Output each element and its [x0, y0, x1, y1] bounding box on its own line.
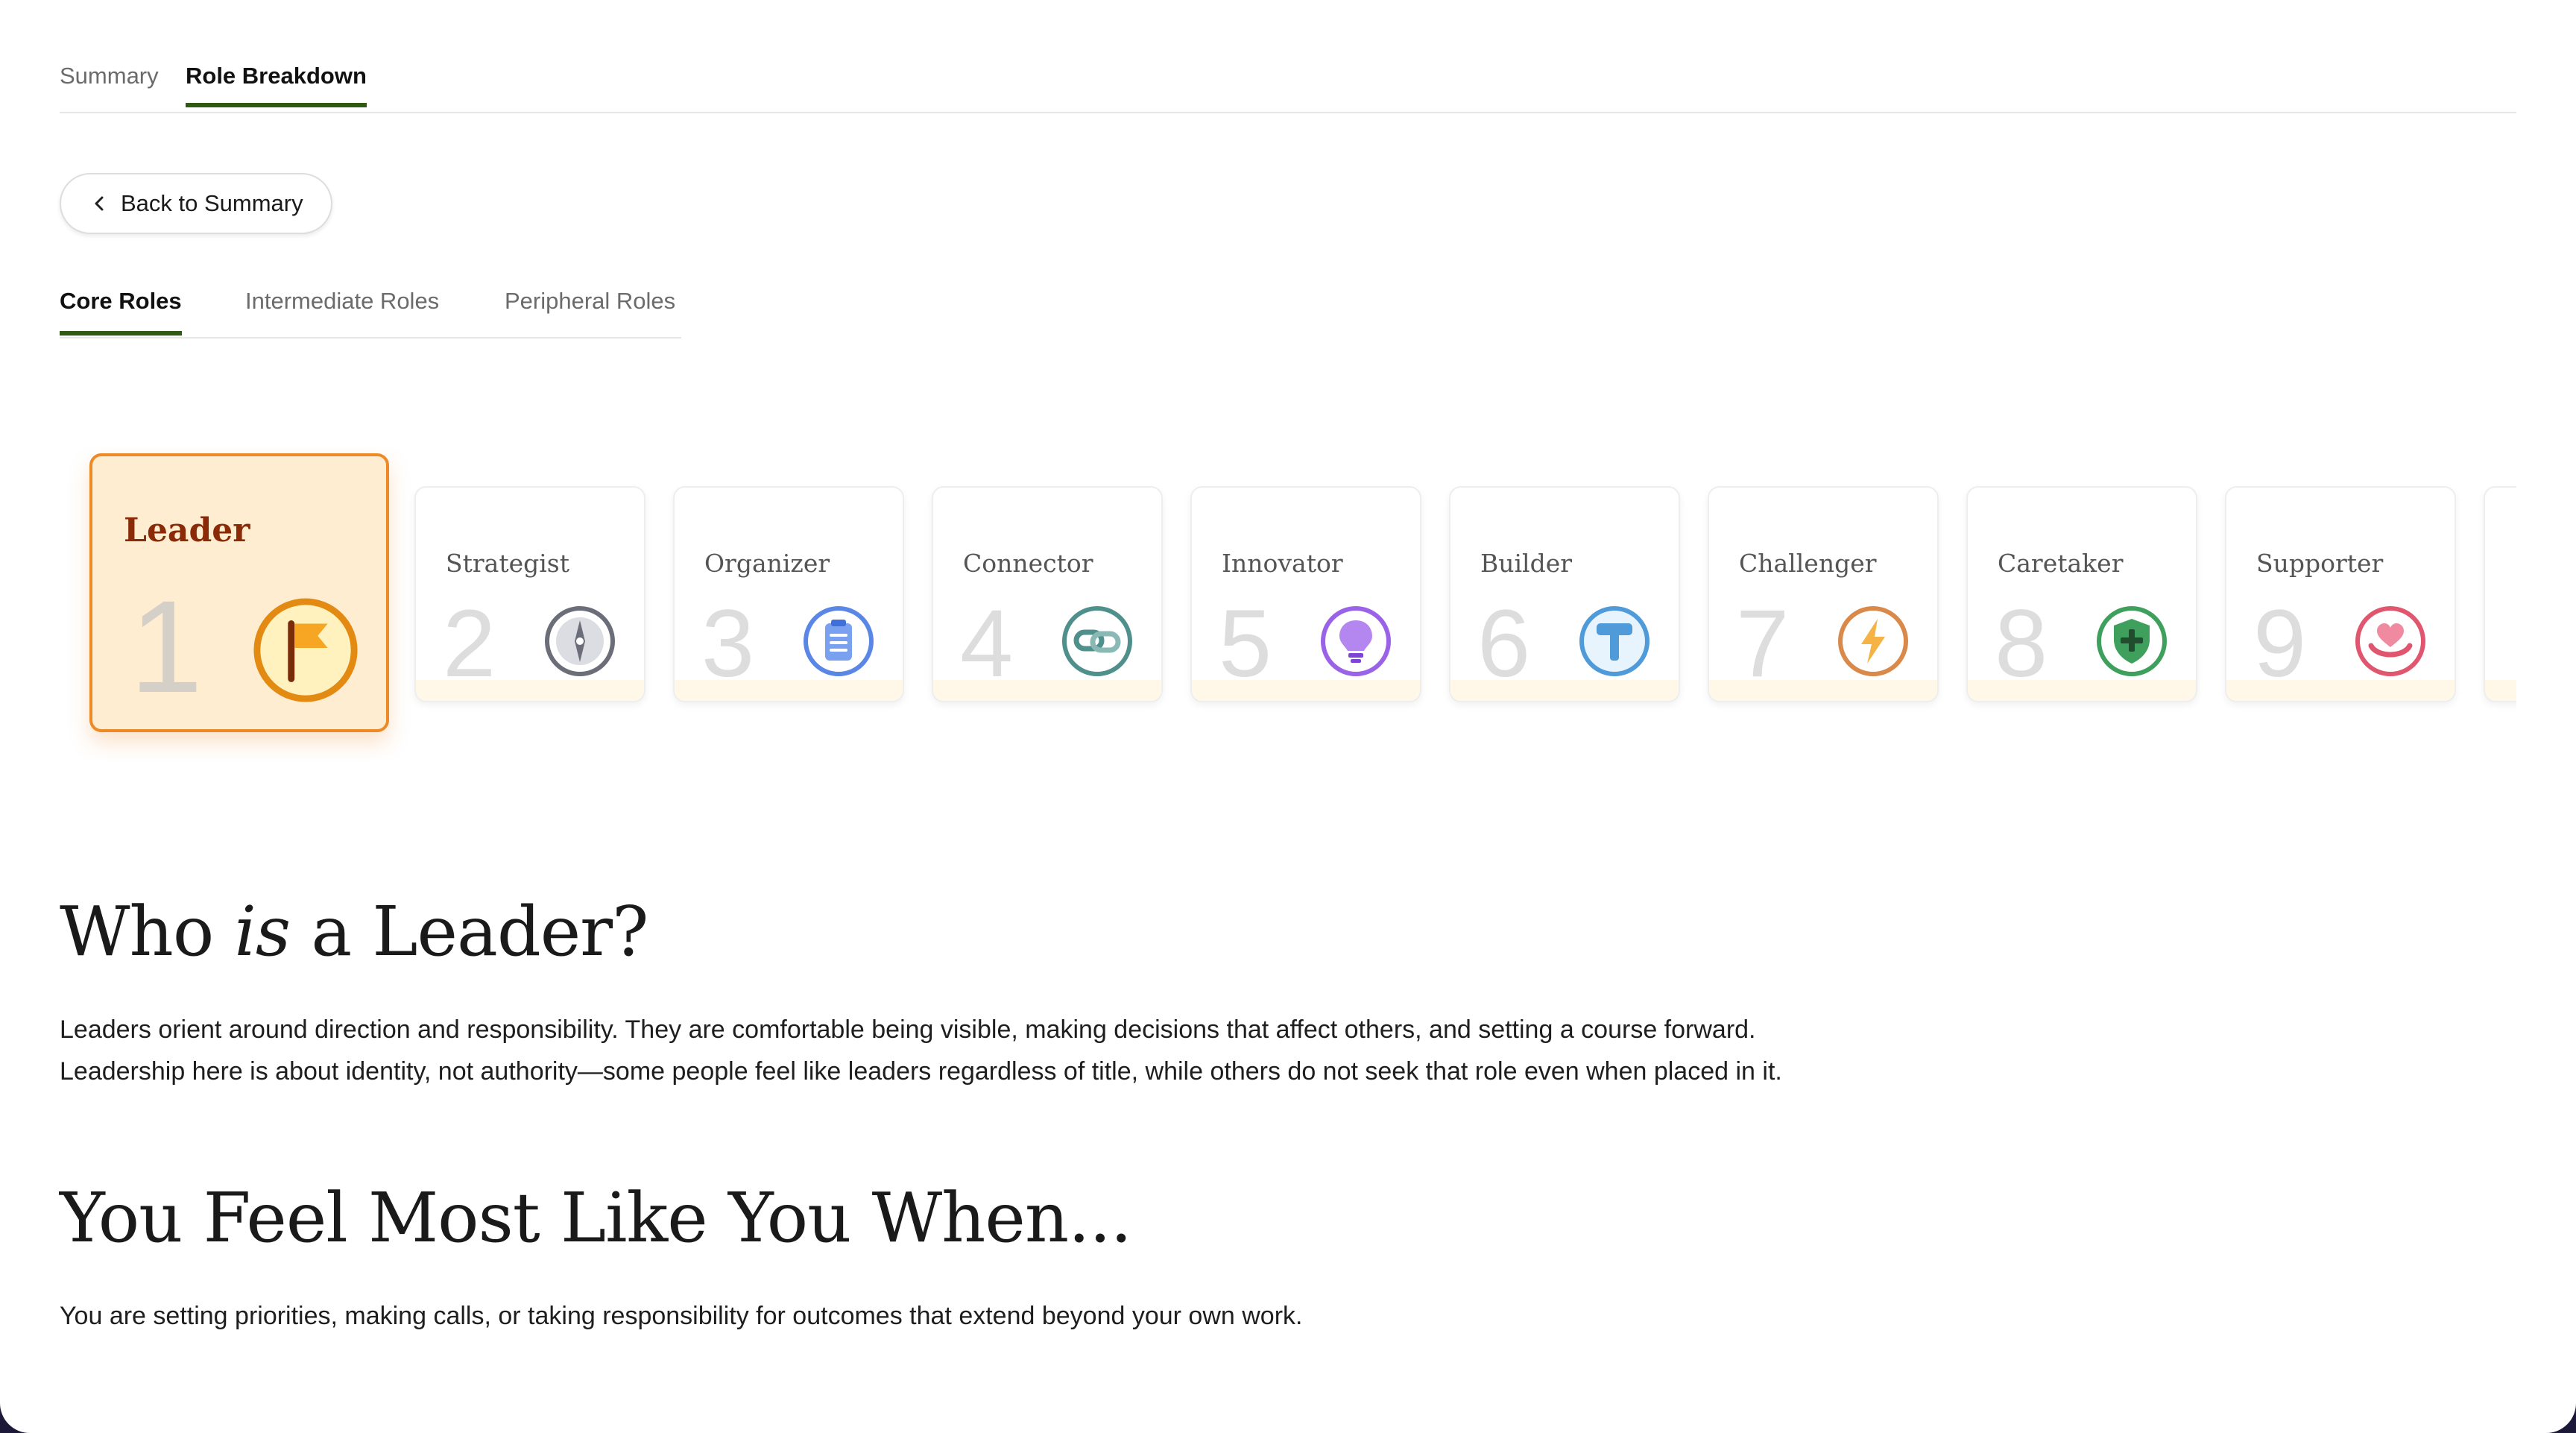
top-tab-bar: Summary Role Breakdown — [60, 52, 2516, 113]
role-name: Strategist — [446, 549, 569, 578]
role-name: Challenger — [1739, 549, 1877, 578]
role-card-partial[interactable] — [2484, 486, 2516, 702]
tab-role-breakdown[interactable]: Role Breakdown — [186, 63, 367, 107]
role-card-connector[interactable]: Connector 4 — [932, 486, 1163, 702]
role-name: Organizer — [704, 549, 830, 578]
compass-icon — [545, 606, 615, 676]
hammer-icon — [1579, 606, 1650, 676]
flag-icon — [253, 598, 358, 702]
role-category-tabs: Core Roles Intermediate Roles Peripheral… — [60, 277, 681, 338]
role-card-caretaker[interactable]: Caretaker 8 — [1966, 486, 2197, 702]
role-breakdown-page: Summary Role Breakdown Back to Summary C… — [0, 0, 2576, 1433]
body-line: Leaders orient around direction and resp… — [60, 1015, 1756, 1044]
section-body-feel-most: You are setting priorities, making calls… — [60, 1302, 1303, 1330]
tab-peripheral-roles[interactable]: Peripheral Roles — [505, 288, 675, 331]
role-card-strategist[interactable]: Strategist 2 — [414, 486, 645, 702]
role-rank: 7 — [1736, 590, 1790, 697]
role-card-builder[interactable]: Builder 6 — [1449, 486, 1680, 702]
link-icon — [1062, 606, 1132, 676]
role-rank: 2 — [443, 590, 496, 697]
role-name: Builder — [1480, 549, 1573, 578]
chevron-left-icon — [95, 196, 104, 211]
heading-emphasis: is — [234, 892, 291, 971]
section-heading-feel-most: You Feel Most Like You When... — [60, 1178, 1132, 1258]
role-rank: 1 — [130, 574, 203, 720]
role-card-leader[interactable]: Leader 1 — [89, 453, 389, 732]
role-card-challenger[interactable]: Challenger 7 — [1708, 486, 1939, 702]
back-button-label: Back to Summary — [121, 190, 303, 216]
lightbulb-icon — [1321, 606, 1391, 676]
role-rank: 9 — [2253, 590, 2307, 697]
tab-core-roles[interactable]: Core Roles — [60, 288, 182, 336]
role-name: Connector — [963, 549, 1093, 578]
role-card-carousel: Leader 1 Strategist 2 Organizer 3 Connec… — [0, 447, 2516, 760]
body-line: Leadership here is about identity, not a… — [60, 1057, 1782, 1086]
role-rank: 8 — [1995, 590, 2048, 697]
tab-summary[interactable]: Summary — [60, 63, 159, 103]
tab-intermediate-roles[interactable]: Intermediate Roles — [245, 288, 439, 331]
role-card-innovator[interactable]: Innovator 5 — [1190, 486, 1421, 702]
section-body-who-is: Leaders orient around direction and resp… — [60, 1009, 2072, 1092]
role-rank: 5 — [1219, 590, 1272, 697]
heading-post: a Leader? — [290, 892, 648, 971]
section-heading-who-is: Who is a Leader? — [60, 892, 648, 971]
lightning-icon — [1838, 606, 1908, 676]
role-card-organizer[interactable]: Organizer 3 — [673, 486, 904, 702]
role-name: Innovator — [1222, 549, 1343, 578]
shield-icon — [2097, 606, 2167, 676]
clipboard-icon — [804, 606, 874, 676]
role-rank: 4 — [960, 590, 1014, 697]
heading-pre: Who — [60, 892, 235, 971]
role-rank: 3 — [701, 590, 755, 697]
role-name: Caretaker — [1998, 549, 2124, 578]
role-name: Leader — [124, 511, 250, 549]
role-name: Supporter — [2256, 549, 2384, 578]
back-to-summary-button[interactable]: Back to Summary — [60, 173, 332, 234]
heart-hands-icon — [2355, 606, 2425, 676]
role-rank: 6 — [1477, 590, 1531, 697]
role-card-supporter[interactable]: Supporter 9 — [2225, 486, 2456, 702]
